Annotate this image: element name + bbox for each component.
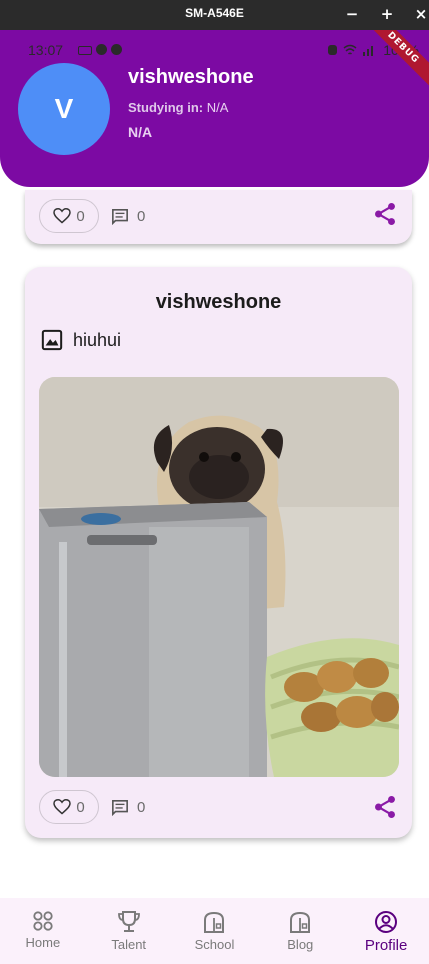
account-circle-icon [375,911,398,933]
wifi-icon [343,44,357,55]
studying-value: N/A [206,100,229,115]
post-actions: 0 0 [39,789,145,825]
nav-school-label: School [194,937,235,952]
post-caption-row: hiuhui [41,329,121,351]
like-button[interactable]: 0 [39,790,99,824]
share-icon[interactable] [372,794,398,820]
app-notification-icon [96,44,107,55]
nav-home[interactable]: Home [0,898,86,964]
nav-school[interactable]: School [172,898,258,964]
app-notification-icon [111,44,122,55]
nav-blog[interactable]: Blog [257,898,343,964]
post-author: vishweshone [155,291,282,313]
debug-banner: DEBUG [354,30,429,97]
image-icon [41,329,63,351]
window-title-bar: SM-A546E − + × [0,0,429,30]
studying-info: Studying in: N/A [128,100,228,115]
alarm-icon [328,45,338,55]
avatar[interactable]: V [18,63,110,155]
comment-button[interactable]: 0 [111,799,145,816]
studying-label: Studying in: [128,100,204,115]
close-button[interactable]: × [410,3,429,25]
nav-profile[interactable]: Profile [343,898,429,964]
status-bar: 13:07 100% [28,42,419,62]
school-building-icon [204,911,225,933]
comment-count: 0 [137,207,146,225]
status-time: 13:07 [28,42,64,58]
window-title: SM-A546E [185,6,244,20]
post-caption: hiuhui [73,329,122,350]
school-value: N/A [128,124,153,140]
post-photo[interactable] [39,377,399,777]
minimize-button[interactable]: − [341,3,363,25]
blog-building-icon [290,911,311,933]
mail-icon [78,46,92,55]
share-icon[interactable] [372,201,398,227]
profile-header: 13:07 100% DEBUG V vishweshone Studying … [0,30,429,187]
comment-icon [112,799,128,816]
comment-button[interactable]: 0 [111,208,145,225]
profile-name: vishweshone [128,66,254,88]
previous-post-card: 0 0 [25,190,412,244]
like-count: 0 [76,207,85,225]
nav-talent-label: Talent [111,937,147,952]
maximize-button[interactable]: + [376,3,398,25]
like-button[interactable]: 0 [39,199,99,233]
pug-photo-illustration [39,377,399,777]
comment-icon [112,208,128,225]
nav-talent[interactable]: Talent [86,898,172,964]
trophy-icon [117,911,140,932]
signal-icon [363,46,374,56]
heart-icon [53,208,72,224]
like-count: 0 [76,798,85,816]
post-card: vishweshone hiuhui 0 0 [25,267,412,838]
nav-blog-label: Blog [287,937,314,952]
comment-count: 0 [137,798,146,816]
heart-icon [53,799,72,815]
bottom-navigation: Home Talent School Blog Profile [0,898,429,964]
post-actions: 0 0 [39,198,145,234]
notification-icons [78,44,122,55]
nav-profile-label: Profile [364,937,408,954]
grid-icon [33,911,53,931]
nav-home-label: Home [25,935,61,950]
